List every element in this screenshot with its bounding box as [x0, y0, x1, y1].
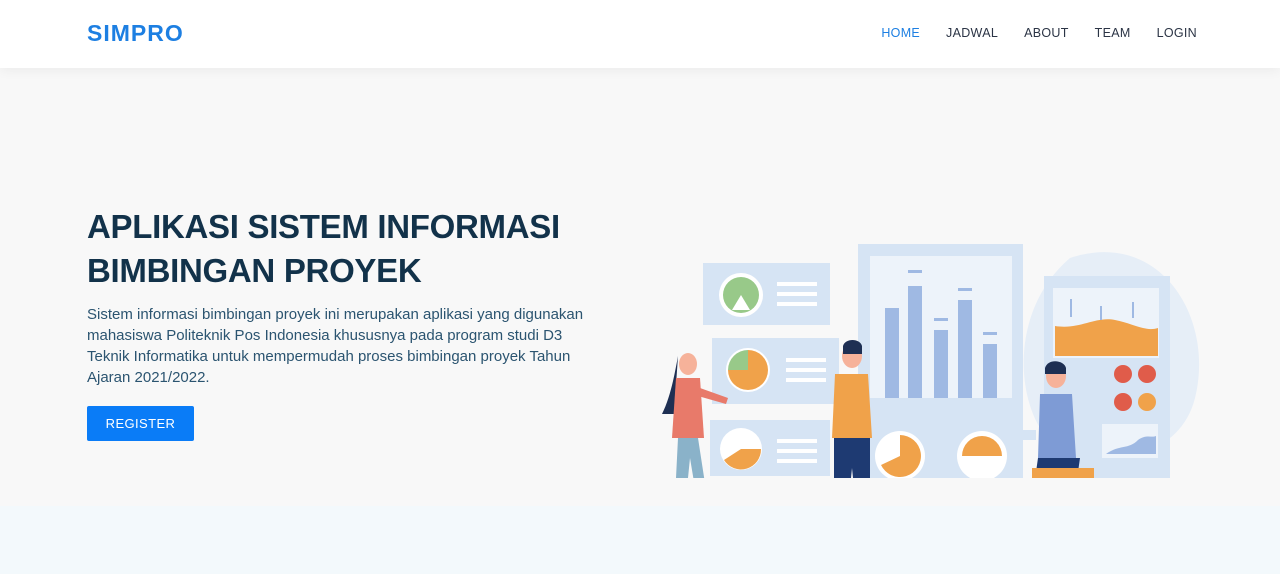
hero-title-line1: APLIKASI SISTEM INFORMASI — [87, 208, 560, 245]
hero-title-line2: BIMBINGAN PROYEK — [87, 252, 422, 289]
presentation-illustration — [662, 244, 1200, 478]
hero-description: Sistem informasi bimbingan proyek ini me… — [87, 306, 584, 386]
navbar: SIMPRO HOME JADWAL ABOUT TEAM LOGIN — [0, 0, 1280, 68]
nav-item-team[interactable]: TEAM — [1095, 26, 1131, 40]
nav-item-jadwal[interactable]: JADWAL — [946, 26, 998, 40]
nav-item-login[interactable]: LOGIN — [1157, 26, 1197, 40]
register-button[interactable]: REGISTER — [87, 406, 194, 441]
hero-title: APLIKASI SISTEM INFORMASI BIMBINGAN PROY… — [87, 205, 607, 293]
brand-logo[interactable]: SIMPRO — [87, 20, 184, 47]
section-divider-band — [0, 506, 1280, 574]
nav-menu: HOME JADWAL ABOUT TEAM LOGIN — [881, 26, 1197, 40]
hero-section: APLIKASI SISTEM INFORMASI BIMBINGAN PROY… — [0, 68, 1280, 506]
nav-item-about[interactable]: ABOUT — [1024, 26, 1069, 40]
nav-item-home[interactable]: HOME — [881, 26, 920, 40]
